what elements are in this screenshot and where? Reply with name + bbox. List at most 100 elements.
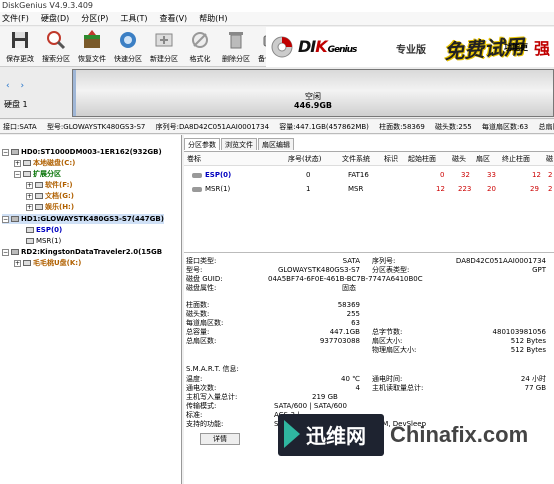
power-on-hours-value: 24 小时 xyxy=(520,375,546,383)
menu-disk[interactable]: 硬盘(D) xyxy=(41,13,69,24)
row-head: 32 xyxy=(461,171,470,179)
expand-icon[interactable]: + xyxy=(26,192,33,200)
tree-node-extended[interactable]: − 扩展分区 xyxy=(14,169,61,179)
row-end-cyl: 12 xyxy=(532,171,541,179)
col-filesystem[interactable]: 文件系统 xyxy=(342,152,370,166)
new-partition-button[interactable]: 新建分区 xyxy=(146,27,182,67)
menu-partition[interactable]: 分区(P) xyxy=(81,13,108,24)
tree-label-hd0: HD0:ST1000DM003-1ER162(932GB) xyxy=(21,148,162,156)
new-partition-label: 新建分区 xyxy=(150,55,178,63)
disk-tree: − HD0:ST1000DM003-1ER162(932GB) + 本地磁盘(C:)… xyxy=(0,135,182,484)
logo-part-genius: Genius xyxy=(327,45,358,55)
partition-bar-size: 446.9GB xyxy=(294,101,332,110)
banner-logo: DIKGenius xyxy=(298,37,358,56)
tree-node-g[interactable]: + 文档(G:) xyxy=(26,191,74,201)
main-panel: 分区参数 浏览文件 扇区编辑 卷标 序号(状态) 文件系统 标识 起始柱面 磁头… xyxy=(184,135,554,484)
partition-icon xyxy=(35,204,43,210)
details-button[interactable]: 详情 xyxy=(200,433,240,445)
collapse-icon[interactable]: − xyxy=(2,248,9,256)
promo-banner[interactable]: DIKGenius 专业版 免费试用 功能更 强 xyxy=(266,27,554,67)
partition-icon xyxy=(35,193,43,199)
quick-partition-label: 快速分区 xyxy=(114,55,142,63)
row-head2: 2 xyxy=(548,171,553,179)
new-partition-icon xyxy=(155,33,173,47)
col-end-cyl[interactable]: 终止柱面 xyxy=(502,152,530,166)
col-sector[interactable]: 扇区 xyxy=(476,152,490,166)
tree-node-hd0[interactable]: − HD0:ST1000DM003-1ER162(932GB) xyxy=(2,147,162,157)
menu-file[interactable]: 文件(F) xyxy=(2,13,29,24)
collapse-icon[interactable]: − xyxy=(14,170,21,178)
heads-value: 255 xyxy=(346,310,360,318)
format-label: 格式化 xyxy=(189,55,211,63)
row-number: 0 xyxy=(306,171,311,179)
disk-details: 接口类型: SATA 型号: GLOWAYSTK480GS3-S7 磁盘 GUI… xyxy=(184,252,554,484)
tree-label-esp: ESP(0) xyxy=(36,226,63,234)
tree-node-esp[interactable]: ESP(0) xyxy=(26,225,62,235)
collapse-icon[interactable]: − xyxy=(2,148,9,156)
recover-files-button[interactable]: 恢复文件 xyxy=(74,27,110,67)
tree-node-c[interactable]: + 本地磁盘(C:) xyxy=(14,158,75,168)
tree-node-k[interactable]: + 毛毛桃U盘(K:) xyxy=(14,258,81,268)
physsec-value: 512 Bytes xyxy=(510,346,546,354)
menu-bar: 文件(F) 硬盘(D) 分区(P) 工具(T) 查看(V) 帮助(H) xyxy=(0,12,554,26)
col-head2[interactable]: 磁 xyxy=(546,152,553,166)
host-write-label: 主机写入量总计: xyxy=(186,393,238,401)
row-label: MSR(1) xyxy=(192,183,230,196)
hard-disk-icon xyxy=(11,216,19,222)
disk-nav-arrows[interactable]: ‹ › xyxy=(6,81,28,91)
standard-label: 标准: xyxy=(186,411,203,419)
banner-features: 功能更 xyxy=(504,43,528,52)
tab-bar: 分区参数 浏览文件 扇区编辑 xyxy=(184,138,295,150)
expand-icon[interactable]: + xyxy=(14,259,21,267)
spt-value: 63 xyxy=(351,319,360,327)
title-bar: DiskGenius V4.9.3.409 xyxy=(0,0,554,12)
secsize-label: 扇区大小: xyxy=(372,337,403,345)
row-label: ESP(0) xyxy=(192,169,231,182)
banner-edition: 专业版 xyxy=(396,45,426,56)
partition-bar[interactable]: 空闲 446.9GB xyxy=(72,69,554,117)
collapse-icon[interactable]: − xyxy=(2,215,9,223)
menu-help[interactable]: 帮助(H) xyxy=(199,13,227,24)
row-sector: 33 xyxy=(487,171,496,179)
row-sector: 20 xyxy=(487,185,496,193)
info-interface: 接口:SATA xyxy=(3,123,37,131)
expand-icon[interactable]: + xyxy=(14,159,21,167)
menu-tools[interactable]: 工具(T) xyxy=(120,13,147,24)
power-on-hours-label: 通电时间: xyxy=(372,375,403,383)
menu-view[interactable]: 查看(V) xyxy=(159,13,187,24)
tree-node-h[interactable]: + 娱乐(H:) xyxy=(26,202,74,212)
tab-browse-files[interactable]: 浏览文件 xyxy=(221,138,257,150)
col-head[interactable]: 磁头 xyxy=(452,152,466,166)
table-row[interactable]: MSR(1) 1 MSR 12 223 20 29 2 xyxy=(184,183,554,196)
col-start-cyl[interactable]: 起始柱面 xyxy=(408,152,436,166)
expand-icon[interactable]: + xyxy=(26,203,33,211)
save-button[interactable]: 保存更改 xyxy=(2,27,38,67)
table-row[interactable]: ESP(0) 0 FAT16 0 32 33 12 2 xyxy=(184,169,554,182)
quick-partition-button[interactable]: 快速分区 xyxy=(110,27,146,67)
recover-files-icon xyxy=(84,30,100,48)
sectors-value: 937703088 xyxy=(319,337,360,345)
tree-node-f[interactable]: + 软件(F:) xyxy=(26,180,73,190)
search-partition-button[interactable]: 搜索分区 xyxy=(38,27,74,67)
model-label: 型号: xyxy=(186,266,203,274)
tree-node-rd2[interactable]: − RD2:KingstonDataTraveler2.0(15GB xyxy=(2,247,162,257)
row-number: 1 xyxy=(306,185,311,193)
delete-partition-button[interactable]: 删除分区 xyxy=(218,27,254,67)
col-id[interactable]: 标识 xyxy=(384,152,398,166)
tab-partition-params[interactable]: 分区参数 xyxy=(184,138,220,150)
attr-label: 磁盘属性: xyxy=(186,284,217,292)
disk-map: ‹ › 硬盘 1 空闲 446.9GB xyxy=(0,67,554,119)
tab-sector-edit[interactable]: 扇区编辑 xyxy=(258,138,294,150)
usb-disk-icon xyxy=(11,249,19,255)
col-number[interactable]: 序号(状态) xyxy=(288,152,321,166)
tree-node-hd1[interactable]: − HD1:GLOWAYSTK480GS3-S7(447GB) xyxy=(2,214,164,224)
cap-value: 447.1GB xyxy=(329,328,360,336)
partition-icon xyxy=(35,182,43,188)
expand-icon[interactable]: + xyxy=(26,181,33,189)
col-label[interactable]: 卷标 xyxy=(187,152,201,166)
format-button[interactable]: 格式化 xyxy=(182,27,218,67)
tree-label-g: 文档(G:) xyxy=(45,192,74,200)
smart-label: S.M.A.R.T. 信息: xyxy=(186,365,239,373)
tree-node-msr[interactable]: MSR(1) xyxy=(26,236,61,246)
window-title: DiskGenius V4.9.3.409 xyxy=(2,1,94,10)
